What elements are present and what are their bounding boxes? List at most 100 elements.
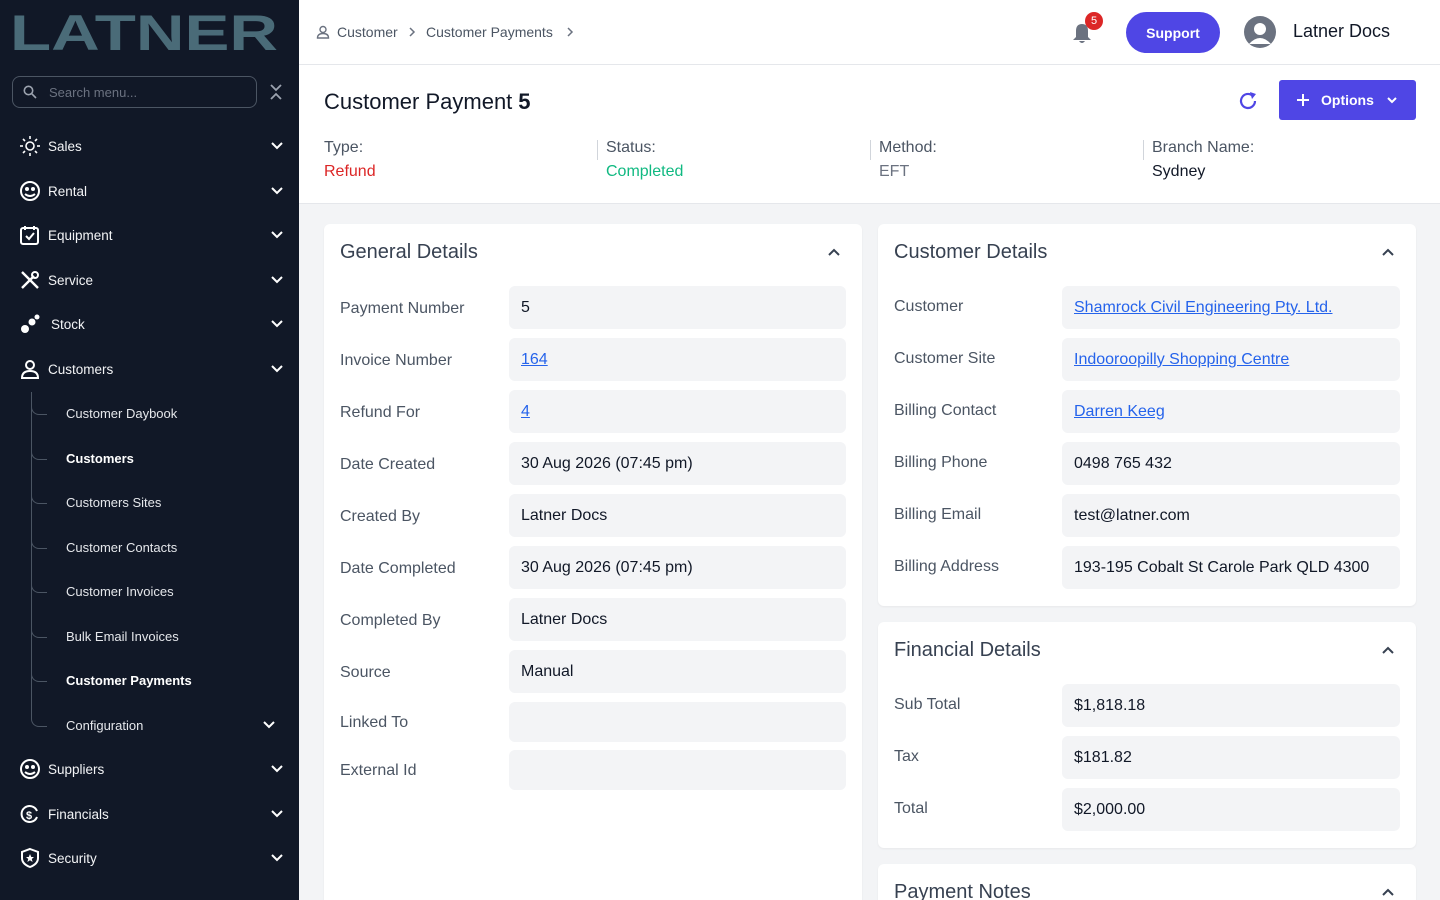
chevron-up-icon[interactable] <box>827 245 841 259</box>
chevron-down-icon <box>263 721 275 729</box>
chevron-down-icon <box>271 187 283 195</box>
sidebar-item-stock[interactable]: Stock <box>0 304 299 344</box>
field-label: Sub Total <box>894 696 961 713</box>
created-by-value: Latner Docs <box>509 494 846 537</box>
field-value: test@latner.com <box>1074 506 1190 524</box>
sidebar-subitem-configuration[interactable]: Configuration <box>31 705 291 745</box>
card-title: Financial Details <box>894 639 1041 661</box>
sidebar-item-rental[interactable]: Rental <box>0 171 299 211</box>
divider <box>870 140 871 160</box>
plus-icon <box>1297 94 1309 106</box>
external-id-value <box>509 750 846 790</box>
field-label: Billing Contact <box>894 402 997 419</box>
sidebar-subitem-customer-payments[interactable]: Customer Payments <box>31 660 291 700</box>
sidebar-item-label: Sales <box>48 138 82 154</box>
field-label: Customer <box>894 298 964 315</box>
chevron-down-icon <box>271 810 283 818</box>
date-created-value: 30 Aug 2026 (07:45 pm) <box>509 442 846 485</box>
customer-link[interactable]: Shamrock Civil Engineering Pty. Ltd. <box>1074 299 1332 317</box>
sidebar-item-equipment[interactable]: Equipment <box>0 215 299 255</box>
field-value: $1,818.18 <box>1074 696 1146 714</box>
tree-connector <box>31 660 47 682</box>
invoice-number-link[interactable]: 164 <box>521 351 548 369</box>
search-input[interactable] <box>49 84 239 100</box>
tree-connector <box>31 527 47 549</box>
tree-connector <box>31 393 47 415</box>
general-details-card: General Details Payment Number 5 Invoice… <box>324 224 862 900</box>
date-completed-value: 30 Aug 2026 (07:45 pm) <box>509 546 846 589</box>
refund-for-link[interactable]: 4 <box>521 403 530 421</box>
sidebar-subitem-customers-sites[interactable]: Customers Sites <box>31 482 291 522</box>
subitem-label: Customer Daybook <box>66 406 178 421</box>
field-label: Payment Number <box>340 300 465 317</box>
sidebar-subitem-customer-daybook[interactable]: Customer Daybook <box>31 393 291 433</box>
chevron-down-icon <box>271 765 283 773</box>
sidebar-item-suppliers[interactable]: Suppliers <box>0 749 299 789</box>
meta-label: Status: <box>606 139 656 156</box>
user-avatar-icon <box>1249 23 1271 44</box>
field-label: External Id <box>340 762 417 779</box>
sidebar-subitem-customer-invoices[interactable]: Customer Invoices <box>31 571 291 611</box>
subitem-label: Configuration <box>66 718 144 733</box>
sidebar-item-label: Equipment <box>48 227 113 243</box>
options-button[interactable]: Options <box>1279 80 1416 120</box>
subitem-label: Customers <box>66 451 134 466</box>
tree-connector <box>31 482 47 504</box>
breadcrumb-customer-payments[interactable]: Customer Payments <box>426 24 553 40</box>
field-value: $181.82 <box>1074 748 1132 766</box>
sidebar-item-financials[interactable]: $ Financials <box>0 794 299 834</box>
source-value: Manual <box>509 650 846 693</box>
sidebar-item-security[interactable]: Security <box>0 838 299 878</box>
refund-for-value: 4 <box>509 390 846 433</box>
sidebar-subitem-customer-contacts[interactable]: Customer Contacts <box>31 527 291 567</box>
chevron-up-icon[interactable] <box>1381 885 1395 899</box>
latner-logo[interactable]: LATNER <box>10 10 280 55</box>
linked-to-value <box>509 702 846 742</box>
user-name[interactable]: Latner Docs <box>1293 21 1390 42</box>
sidebar-subitem-bulk-email-invoices[interactable]: Bulk Email Invoices <box>31 616 291 656</box>
collapse-menu-icon[interactable] <box>268 82 284 102</box>
rental-icon <box>19 180 41 202</box>
user-icon <box>19 358 41 380</box>
support-button[interactable]: Support <box>1126 12 1220 53</box>
billing-email-value: test@latner.com <box>1062 494 1400 537</box>
sidebar-item-customers[interactable]: Customers <box>0 349 299 389</box>
customer-details-card: Customer Details Customer Shamrock Civil… <box>878 224 1416 606</box>
suppliers-icon <box>19 758 41 780</box>
invoice-number-value: 164 <box>509 338 846 381</box>
tree-connector <box>31 438 47 460</box>
total-value: $2,000.00 <box>1062 788 1400 831</box>
field-label: Created By <box>340 508 421 525</box>
avatar[interactable] <box>1244 16 1276 48</box>
billing-address-value: 193-195 Cobalt St Carole Park QLD 4300 <box>1062 546 1400 589</box>
menu-search[interactable] <box>12 76 257 108</box>
meta-value: Completed <box>606 163 684 180</box>
refresh-icon[interactable] <box>1237 90 1259 112</box>
chevron-down-icon <box>271 365 283 373</box>
billing-contact-link[interactable]: Darren Keeg <box>1074 403 1165 421</box>
sidebar-item-label: Service <box>48 272 94 288</box>
chevron-up-icon[interactable] <box>1381 643 1395 657</box>
sidebar-subitem-customers[interactable]: Customers <box>31 438 291 478</box>
chevron-down-icon <box>271 142 283 150</box>
field-label: Date Created <box>340 456 436 473</box>
chevron-up-icon[interactable] <box>1381 245 1395 259</box>
sidebar-item-label: Suppliers <box>48 761 105 777</box>
meta-value: Sydney <box>1152 163 1206 180</box>
billing-phone-value: 0498 765 432 <box>1062 442 1400 485</box>
svg-text:$: $ <box>26 810 32 822</box>
breadcrumb-customer[interactable]: Customer <box>337 24 398 40</box>
divider <box>1143 140 1144 160</box>
sidebar-item-service[interactable]: Service <box>0 260 299 300</box>
chevron-down-icon <box>1387 97 1397 104</box>
customer-site-value: Indooroopilly Shopping Centre <box>1062 338 1400 381</box>
page-title-number: 5 <box>518 89 531 114</box>
sidebar-item-sales[interactable]: Sales <box>0 126 299 166</box>
tree-connector <box>31 705 47 727</box>
tree-connector <box>31 616 47 638</box>
chevron-down-icon <box>271 320 283 328</box>
card-title: Customer Details <box>894 241 1048 263</box>
customer-site-link[interactable]: Indooroopilly Shopping Centre <box>1074 351 1289 369</box>
field-value: 0498 765 432 <box>1074 454 1172 472</box>
field-label: Billing Address <box>894 558 999 575</box>
